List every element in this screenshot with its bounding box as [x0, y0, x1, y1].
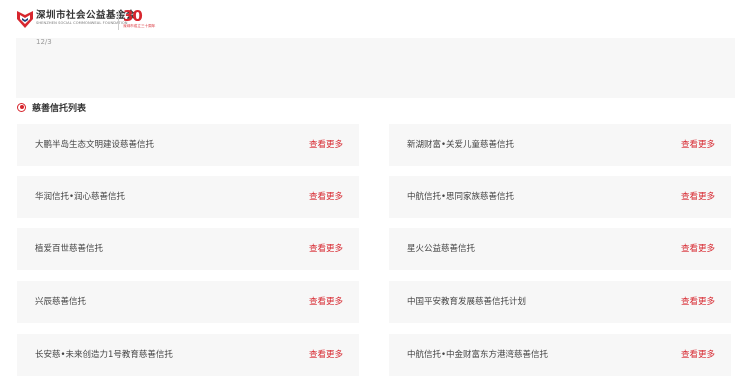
view-more-link[interactable]: 查看更多: [681, 348, 715, 360]
trust-name: 植爱百世慈善信托: [35, 244, 104, 254]
trust-name: 新湖财富•关爱儿童慈善信托: [407, 140, 515, 150]
trust-card[interactable]: 中航信托•中金财富东方港湾慈善信托 查看更多: [389, 334, 731, 376]
org-name-en: SHENZHEN SOCIAL COMMONWEAL FOUNDATION: [36, 21, 128, 25]
trust-section-header: 慈善信托列表: [17, 101, 87, 114]
trust-card[interactable]: 华润信托•润心慈善信托 查看更多: [17, 176, 359, 218]
trust-name: 中国平安教育发展慈善信托计划: [407, 297, 527, 307]
trust-name: 中航信托•思同家族慈善信托: [407, 192, 515, 202]
trust-name: 大鹏半岛生态文明建设慈善信托: [35, 140, 155, 150]
anniversary-subtitle: 深圳市成立三十周年: [123, 24, 156, 28]
trust-card[interactable]: 植爱百世慈善信托 查看更多: [17, 228, 359, 270]
trust-name: 兴辰慈善信托: [35, 297, 87, 307]
foundation-logo-text[interactable]: 深圳市社会公益基金会 SHENZHEN SOCIAL COMMONWEAL FO…: [36, 10, 136, 26]
logo-divider: [118, 10, 119, 30]
view-more-link[interactable]: 查看更多: [309, 190, 343, 202]
trust-name: 华润信托•润心慈善信托: [35, 192, 126, 202]
trust-name: 星火公益慈善信托: [407, 244, 476, 254]
anniversary-logo: 30 深圳市成立三十周年: [123, 8, 155, 34]
site-header: 深圳市社会公益基金会 SHENZHEN SOCIAL COMMONWEAL FO…: [0, 0, 738, 40]
view-more-link[interactable]: 查看更多: [309, 242, 343, 254]
radio-bullet-icon: [17, 102, 26, 112]
previous-date: 12/3: [36, 38, 52, 46]
trust-name: 中航信托•中金财富东方港湾慈善信托: [407, 350, 549, 360]
trust-card[interactable]: 新湖财富•关爱儿童慈善信托 查看更多: [389, 124, 731, 166]
anniversary-number: 30: [123, 7, 143, 25]
trust-card[interactable]: 长安慈•未来创造力1号教育慈善信托 查看更多: [17, 334, 359, 376]
view-more-link[interactable]: 查看更多: [309, 295, 343, 307]
view-more-link[interactable]: 查看更多: [681, 190, 715, 202]
section-title: 慈善信托列表: [32, 103, 87, 114]
trust-card[interactable]: 星火公益慈善信托 查看更多: [389, 228, 731, 270]
trust-name: 长安慈•未来创造力1号教育慈善信托: [35, 350, 173, 360]
view-more-link[interactable]: 查看更多: [681, 295, 715, 307]
trust-card[interactable]: 中国平安教育发展慈善信托计划 查看更多: [389, 281, 731, 323]
previous-section-card: 12/3: [16, 38, 735, 98]
view-more-link[interactable]: 查看更多: [681, 138, 715, 150]
org-name: 深圳市社会公益基金会: [36, 10, 137, 21]
view-more-link[interactable]: 查看更多: [309, 138, 343, 150]
trust-card[interactable]: 兴辰慈善信托 查看更多: [17, 281, 359, 323]
view-more-link[interactable]: 查看更多: [681, 242, 715, 254]
trust-card[interactable]: 大鹏半岛生态文明建设慈善信托 查看更多: [17, 124, 359, 166]
foundation-logo-icon[interactable]: [16, 9, 34, 29]
trust-card[interactable]: 中航信托•思同家族慈善信托 查看更多: [389, 176, 731, 218]
view-more-link[interactable]: 查看更多: [309, 348, 343, 360]
